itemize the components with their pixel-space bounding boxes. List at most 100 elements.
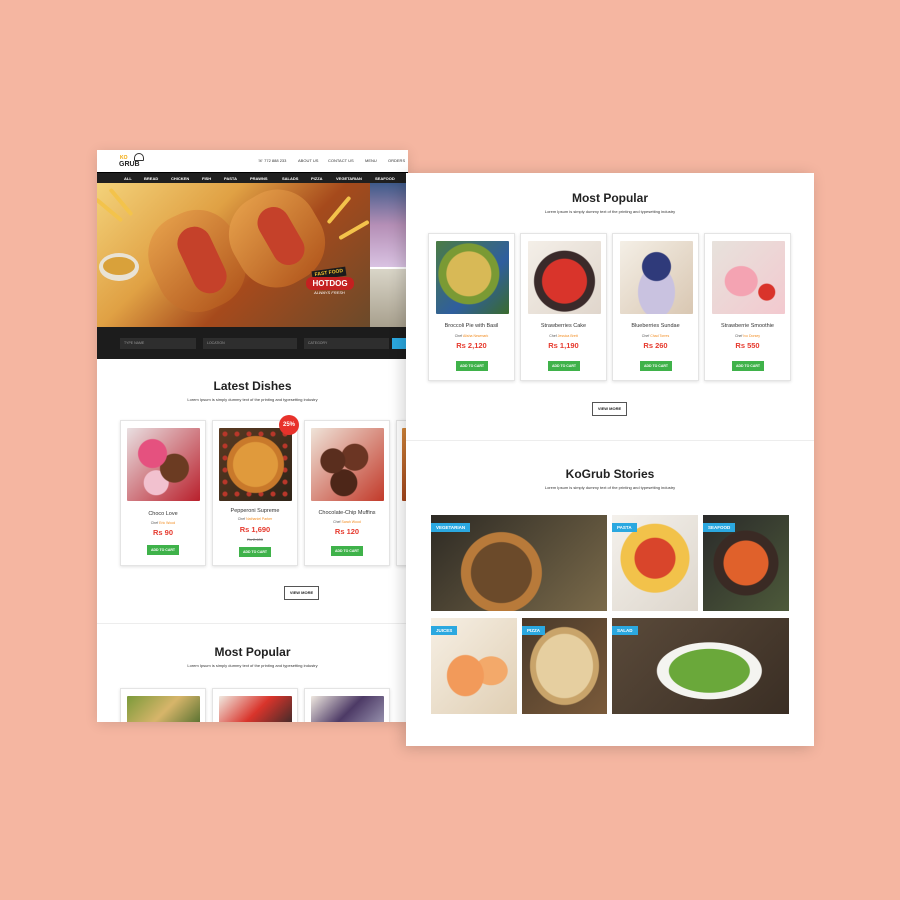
story-tag[interactable]: PASTA <box>612 523 637 532</box>
latest-dishes-subtitle: Lorem Ipsum is simply dummy text of the … <box>187 397 318 402</box>
chef-name[interactable]: Nathaniel Parker <box>246 517 272 521</box>
add-to-cart-button[interactable]: ADD TO CART <box>456 361 488 371</box>
pizza-photo <box>219 428 292 501</box>
category-salads[interactable]: SALADS <box>282 176 298 181</box>
dish-name: Blueberries Sundae <box>631 323 680 329</box>
dish-chef: Chef Eric Wood <box>121 521 205 525</box>
story-tile-vegetarian[interactable]: VEGETARIAN <box>431 515 607 611</box>
sign-sub-text: ALWAYS FRESH <box>314 290 345 295</box>
logo-text-bottom: GRUB <box>119 161 140 168</box>
nav-about-us[interactable]: ABOUT US <box>298 158 318 163</box>
dish-card[interactable]: Chocolate-Chip Muffins Chef Sarah Wood R… <box>304 420 390 566</box>
nav-orders[interactable]: ORDERS <box>388 158 405 163</box>
category-seafood[interactable]: SEAFOOD <box>375 176 395 181</box>
section-divider <box>97 623 408 624</box>
story-tag[interactable]: SEAFOOD <box>703 523 736 532</box>
story-tag[interactable]: SALAD <box>612 626 638 635</box>
discount-badge: 25% <box>279 415 299 435</box>
category-pasta[interactable]: PASTA <box>224 176 237 181</box>
dish-card[interactable]: Blueberries Sundae Chef Chad Torres Rs 2… <box>612 233 699 381</box>
sundae-photo <box>311 696 384 722</box>
add-to-cart-button[interactable]: ADD TO CART <box>239 547 271 557</box>
chef-prefix: Chef <box>641 334 650 338</box>
dish-name: Chocolate-Chip Muffins <box>318 510 376 516</box>
dish-price: Rs 260 <box>643 341 668 350</box>
dish-chef: Chef Jessica Brett <box>521 334 606 338</box>
add-to-cart-button[interactable]: ADD TO CART <box>331 546 363 556</box>
dish-name: Pepperoni Supreme <box>230 508 280 514</box>
popular-stories-mockup: Most Popular Lorem Ipsum is simply dummy… <box>406 173 814 746</box>
chef-name[interactable]: Alisha Newmark <box>463 334 488 338</box>
story-tag[interactable]: JUICES <box>431 626 458 635</box>
muffin-photo <box>311 428 384 501</box>
category-chicken[interactable]: CHICKEN <box>171 176 189 181</box>
add-to-cart-button[interactable]: ADD TO CART <box>640 361 672 371</box>
category-bread[interactable]: BREAD <box>144 176 158 181</box>
chef-prefix: Chef <box>549 334 557 338</box>
add-to-cart-button[interactable]: ADD TO CART <box>732 361 764 371</box>
category-pizza[interactable]: PIZZA <box>311 176 323 181</box>
dish-card[interactable]: Broccoli Pie with Basil Chef Alisha Newm… <box>428 233 515 381</box>
stories-subtitle: Lorem Ipsum is simply dummy text of the … <box>544 485 676 490</box>
story-tag[interactable]: VEGETARIAN <box>431 523 471 532</box>
story-tile-seafood[interactable]: SEAFOOD <box>703 515 789 611</box>
view-more-button[interactable]: VIEW MORE <box>284 586 319 600</box>
chef-hat-icon <box>134 153 144 161</box>
donut-photo <box>127 428 200 501</box>
story-tag[interactable]: PIZZA <box>522 626 545 635</box>
dish-chef: Chef Nathaniel Parker <box>213 517 297 521</box>
dish-price: Rs 1,190 <box>548 341 579 350</box>
strawberry-cake-photo <box>528 241 601 314</box>
dish-card[interactable] <box>212 688 298 722</box>
story-tile-juices[interactable]: JUICES <box>431 618 517 714</box>
dish-old-price: Rs 2,400 <box>246 537 263 542</box>
section-divider <box>406 440 814 441</box>
chef-name[interactable]: Chad Torres <box>650 334 669 338</box>
broccoli-pie-photo <box>436 241 509 314</box>
story-tile-pasta[interactable]: PASTA <box>612 515 698 611</box>
add-to-cart-button[interactable]: ADD TO CART <box>147 545 179 555</box>
category-all[interactable]: ALL <box>124 176 132 181</box>
nav-menu[interactable]: MENU <box>365 158 377 163</box>
phone-number: ☏ 772 888 233 <box>258 158 287 163</box>
category-fish[interactable]: FISH <box>202 176 211 181</box>
stories-title: KoGrub Stories <box>565 467 655 481</box>
strawberry-cake-photo <box>219 696 292 722</box>
most-popular-title: Most Popular <box>571 191 648 205</box>
chef-prefix: Chef <box>150 521 159 525</box>
most-popular-subtitle: Lorem Ipsum is simply dummy text of the … <box>544 209 676 214</box>
chef-name[interactable]: Sarah Wood <box>341 520 360 524</box>
view-more-button[interactable]: VIEW MORE <box>592 402 627 416</box>
sandwich-photo <box>370 269 408 327</box>
dish-card[interactable]: Strawberrie Smoothie Chef Ivo Dorsey Rs … <box>704 233 791 381</box>
smoothie-photo <box>712 241 785 314</box>
dish-card[interactable]: Pepperoni Supreme Chef Nathaniel Parker … <box>212 420 298 566</box>
nav-contact-us[interactable]: CONTACT US <box>328 158 354 163</box>
dish-price: Rs 120 <box>334 527 360 536</box>
add-to-cart-button[interactable]: ADD TO CART <box>548 361 580 371</box>
search-bar: TYPE NAME LOCATION CATEGORY <box>97 327 408 359</box>
dish-price: Rs 550 <box>735 341 760 350</box>
chef-name[interactable]: Jessica Brett <box>558 334 578 338</box>
dish-chef: Chef Ivo Dorsey <box>705 334 790 338</box>
dish-card[interactable]: Strawberries Cake Chef Jessica Brett Rs … <box>520 233 607 381</box>
category-prawns[interactable]: PRAWNS <box>250 176 268 181</box>
story-tile-salad[interactable]: SALAD <box>612 618 789 714</box>
chef-name[interactable]: Ivo Dorsey <box>743 334 760 338</box>
story-tile-pizza[interactable]: PIZZA <box>522 618 607 714</box>
hotdog-sign: FAST FOOD HOTDOG ALWAYS FRESH <box>306 266 358 297</box>
most-popular-title: Most Popular <box>214 645 291 659</box>
dish-price: Rs 1,690 <box>239 525 271 534</box>
location-input[interactable]: LOCATION <box>203 338 297 349</box>
blueberry-sundae-photo <box>620 241 693 314</box>
dish-card[interactable]: Choco Love Chef Eric Wood Rs 90 ADD TO C… <box>120 420 206 566</box>
chef-prefix: Chef <box>333 520 341 524</box>
dish-card[interactable] <box>304 688 390 722</box>
category-select[interactable]: CATEGORY <box>304 338 389 349</box>
dish-card[interactable] <box>120 688 206 722</box>
site-logo[interactable]: KO GRUB <box>119 153 145 170</box>
name-input[interactable]: TYPE NAME <box>120 338 196 349</box>
chef-name[interactable]: Eric Wood <box>159 521 175 525</box>
category-vegetarian[interactable]: VEGETARIAN <box>336 176 362 181</box>
broccoli-pie-photo <box>127 696 200 722</box>
